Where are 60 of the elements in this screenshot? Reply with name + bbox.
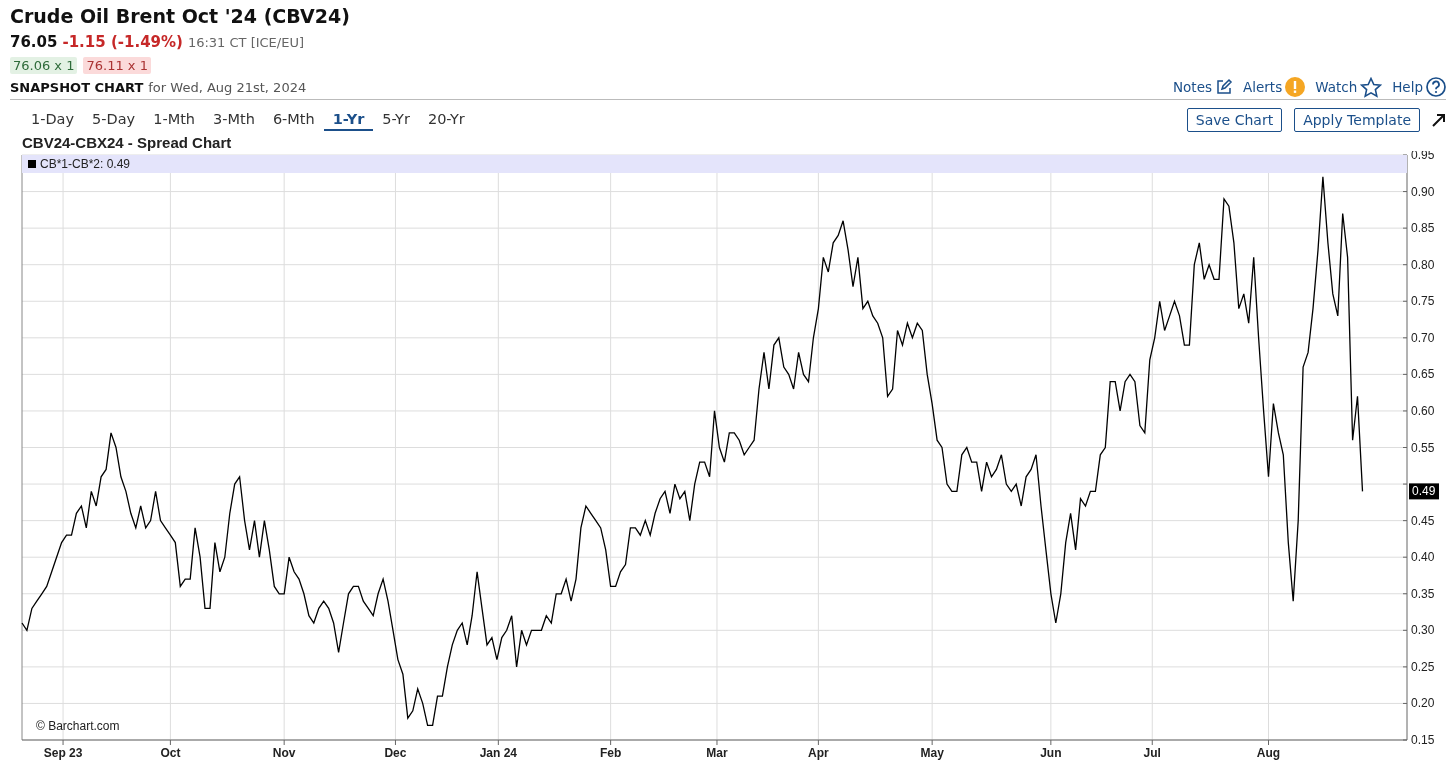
x-tick-label: Jun [1040, 746, 1062, 760]
x-tick-label: May [920, 746, 944, 760]
header-link[interactable]: Notes [1173, 78, 1233, 96]
x-tick-label: Jul [1143, 746, 1161, 760]
x-tick-label: Dec [384, 746, 407, 760]
help-icon [1426, 77, 1446, 97]
y-tick-label: 0.75 [1411, 294, 1435, 309]
x-tick-label: Apr [808, 746, 829, 760]
y-tick-label: 0.55 [1411, 440, 1435, 455]
header-link[interactable]: Watch [1315, 76, 1383, 98]
x-tick-label: Nov [272, 746, 296, 760]
legend-swatch-icon [28, 160, 36, 168]
last-price: 76.05 [10, 32, 58, 53]
y-tick-label: 0.40 [1411, 550, 1435, 565]
range-tab[interactable]: 3-Mth [204, 109, 264, 131]
snapshot-label: SNAPSHOT CHART [10, 79, 144, 95]
y-tick-label: 0.25 [1411, 659, 1435, 674]
y-tick-label: 0.85 [1411, 221, 1435, 236]
range-tab[interactable]: 5-Yr [373, 109, 419, 131]
snapshot-date: for Wed, Aug 21st, 2024 [148, 79, 307, 95]
x-tick-label: Jan 24 [479, 746, 517, 760]
alert-icon [1285, 77, 1306, 97]
star-icon [1360, 76, 1383, 98]
x-tick-label: Mar [706, 746, 728, 760]
bid-quote: 76.06 x 1 [10, 57, 78, 74]
y-tick-label: 0.30 [1411, 623, 1435, 638]
y-tick-label: 0.45 [1411, 513, 1435, 528]
last-value-label: 0.49 [1409, 483, 1439, 500]
expand-arrow-icon[interactable] [1432, 113, 1446, 127]
x-tick-label: Sep 23 [43, 746, 83, 760]
y-tick-label: 0.90 [1411, 184, 1435, 199]
y-tick-label: 0.15 [1411, 733, 1435, 747]
y-tick-label: 0.95 [1411, 151, 1435, 162]
y-tick-label: 0.70 [1411, 330, 1435, 345]
chart-button[interactable]: Save Chart [1186, 108, 1283, 132]
range-tab[interactable]: 6-Mth [263, 109, 324, 131]
range-tab[interactable]: 20-Yr [418, 109, 474, 131]
y-tick-label: 0.20 [1411, 696, 1435, 711]
y-tick-label: 0.65 [1411, 367, 1435, 382]
price-change: -1.15 (-1.49%) [62, 32, 183, 53]
range-tab[interactable]: 1-Day [22, 109, 84, 131]
x-tick-label: Oct [160, 746, 181, 760]
y-tick-label: 0.35 [1411, 586, 1435, 601]
edit-icon [1215, 78, 1233, 96]
range-tab[interactable]: 1-Mth [144, 109, 205, 131]
ask-quote: 76.11 x 1 [83, 57, 151, 74]
instrument-title: Crude Oil Brent Oct '24 (CBV24) [10, 4, 351, 29]
x-tick-label: Aug [1256, 746, 1281, 760]
chart-button[interactable]: Apply Template [1294, 108, 1420, 132]
header-link[interactable]: Alerts [1243, 77, 1306, 97]
range-tab[interactable]: 5-Day [83, 109, 145, 131]
header-link[interactable]: Help [1392, 77, 1446, 97]
y-tick-label: 0.60 [1411, 403, 1435, 418]
legend-label: CB*1-CB*2: 0.49 [40, 157, 131, 171]
y-tick-label: 0.80 [1411, 257, 1435, 272]
quote-time: 16:31 CT [ICE/EU] [187, 34, 304, 52]
range-tab[interactable]: 1-Yr [323, 109, 374, 131]
credit-text: © Barchart.com [36, 719, 120, 733]
chart-title: CBV24-CBX24 - Spread Chart [21, 133, 233, 151]
x-tick-label: Feb [599, 746, 622, 760]
